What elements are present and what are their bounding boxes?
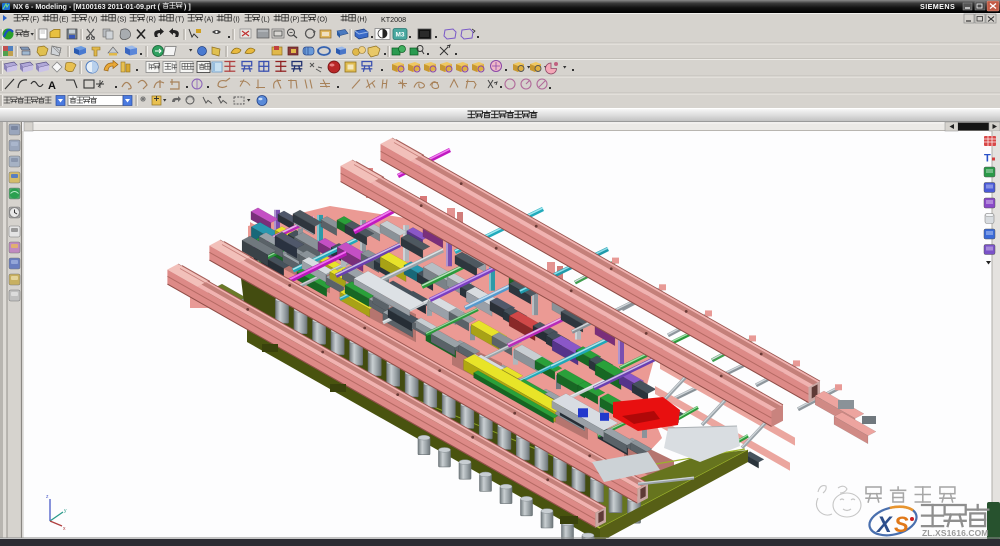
svg-text:NX 6 - Modeling - [M100163 20: NX 6 - Modeling - [M100163 2011-01-09.pr… [13,2,161,11]
svg-text:M3: M3 [396,32,405,39]
svg-text:KT2008: KT2008 [381,15,406,24]
svg-text:(L): (L) [261,17,270,24]
svg-text:(F): (F) [30,17,39,24]
svg-text:SIEMENS: SIEMENS [920,2,955,11]
svg-text:) ]: ) ] [184,2,191,11]
svg-text:(H): (H) [357,17,367,24]
svg-text:(R): (R) [146,17,156,24]
svg-text:S: S [894,512,909,537]
svg-text:(V): (V) [88,17,97,24]
svg-text:(S): (S) [117,17,126,24]
svg-text:ZL.XS1616.COM: ZL.XS1616.COM [922,528,989,538]
svg-text:(E): (E) [59,17,68,24]
svg-text:(I): (I) [233,17,240,24]
svg-text:(O): (O) [317,17,327,24]
svg-text:(T): (T) [175,17,184,24]
svg-text:(P): (P) [290,17,299,24]
svg-text:A: A [48,80,56,92]
svg-text:T: T [984,153,991,165]
svg-text:X: X [875,512,893,537]
svg-text:(A): (A) [204,17,213,24]
